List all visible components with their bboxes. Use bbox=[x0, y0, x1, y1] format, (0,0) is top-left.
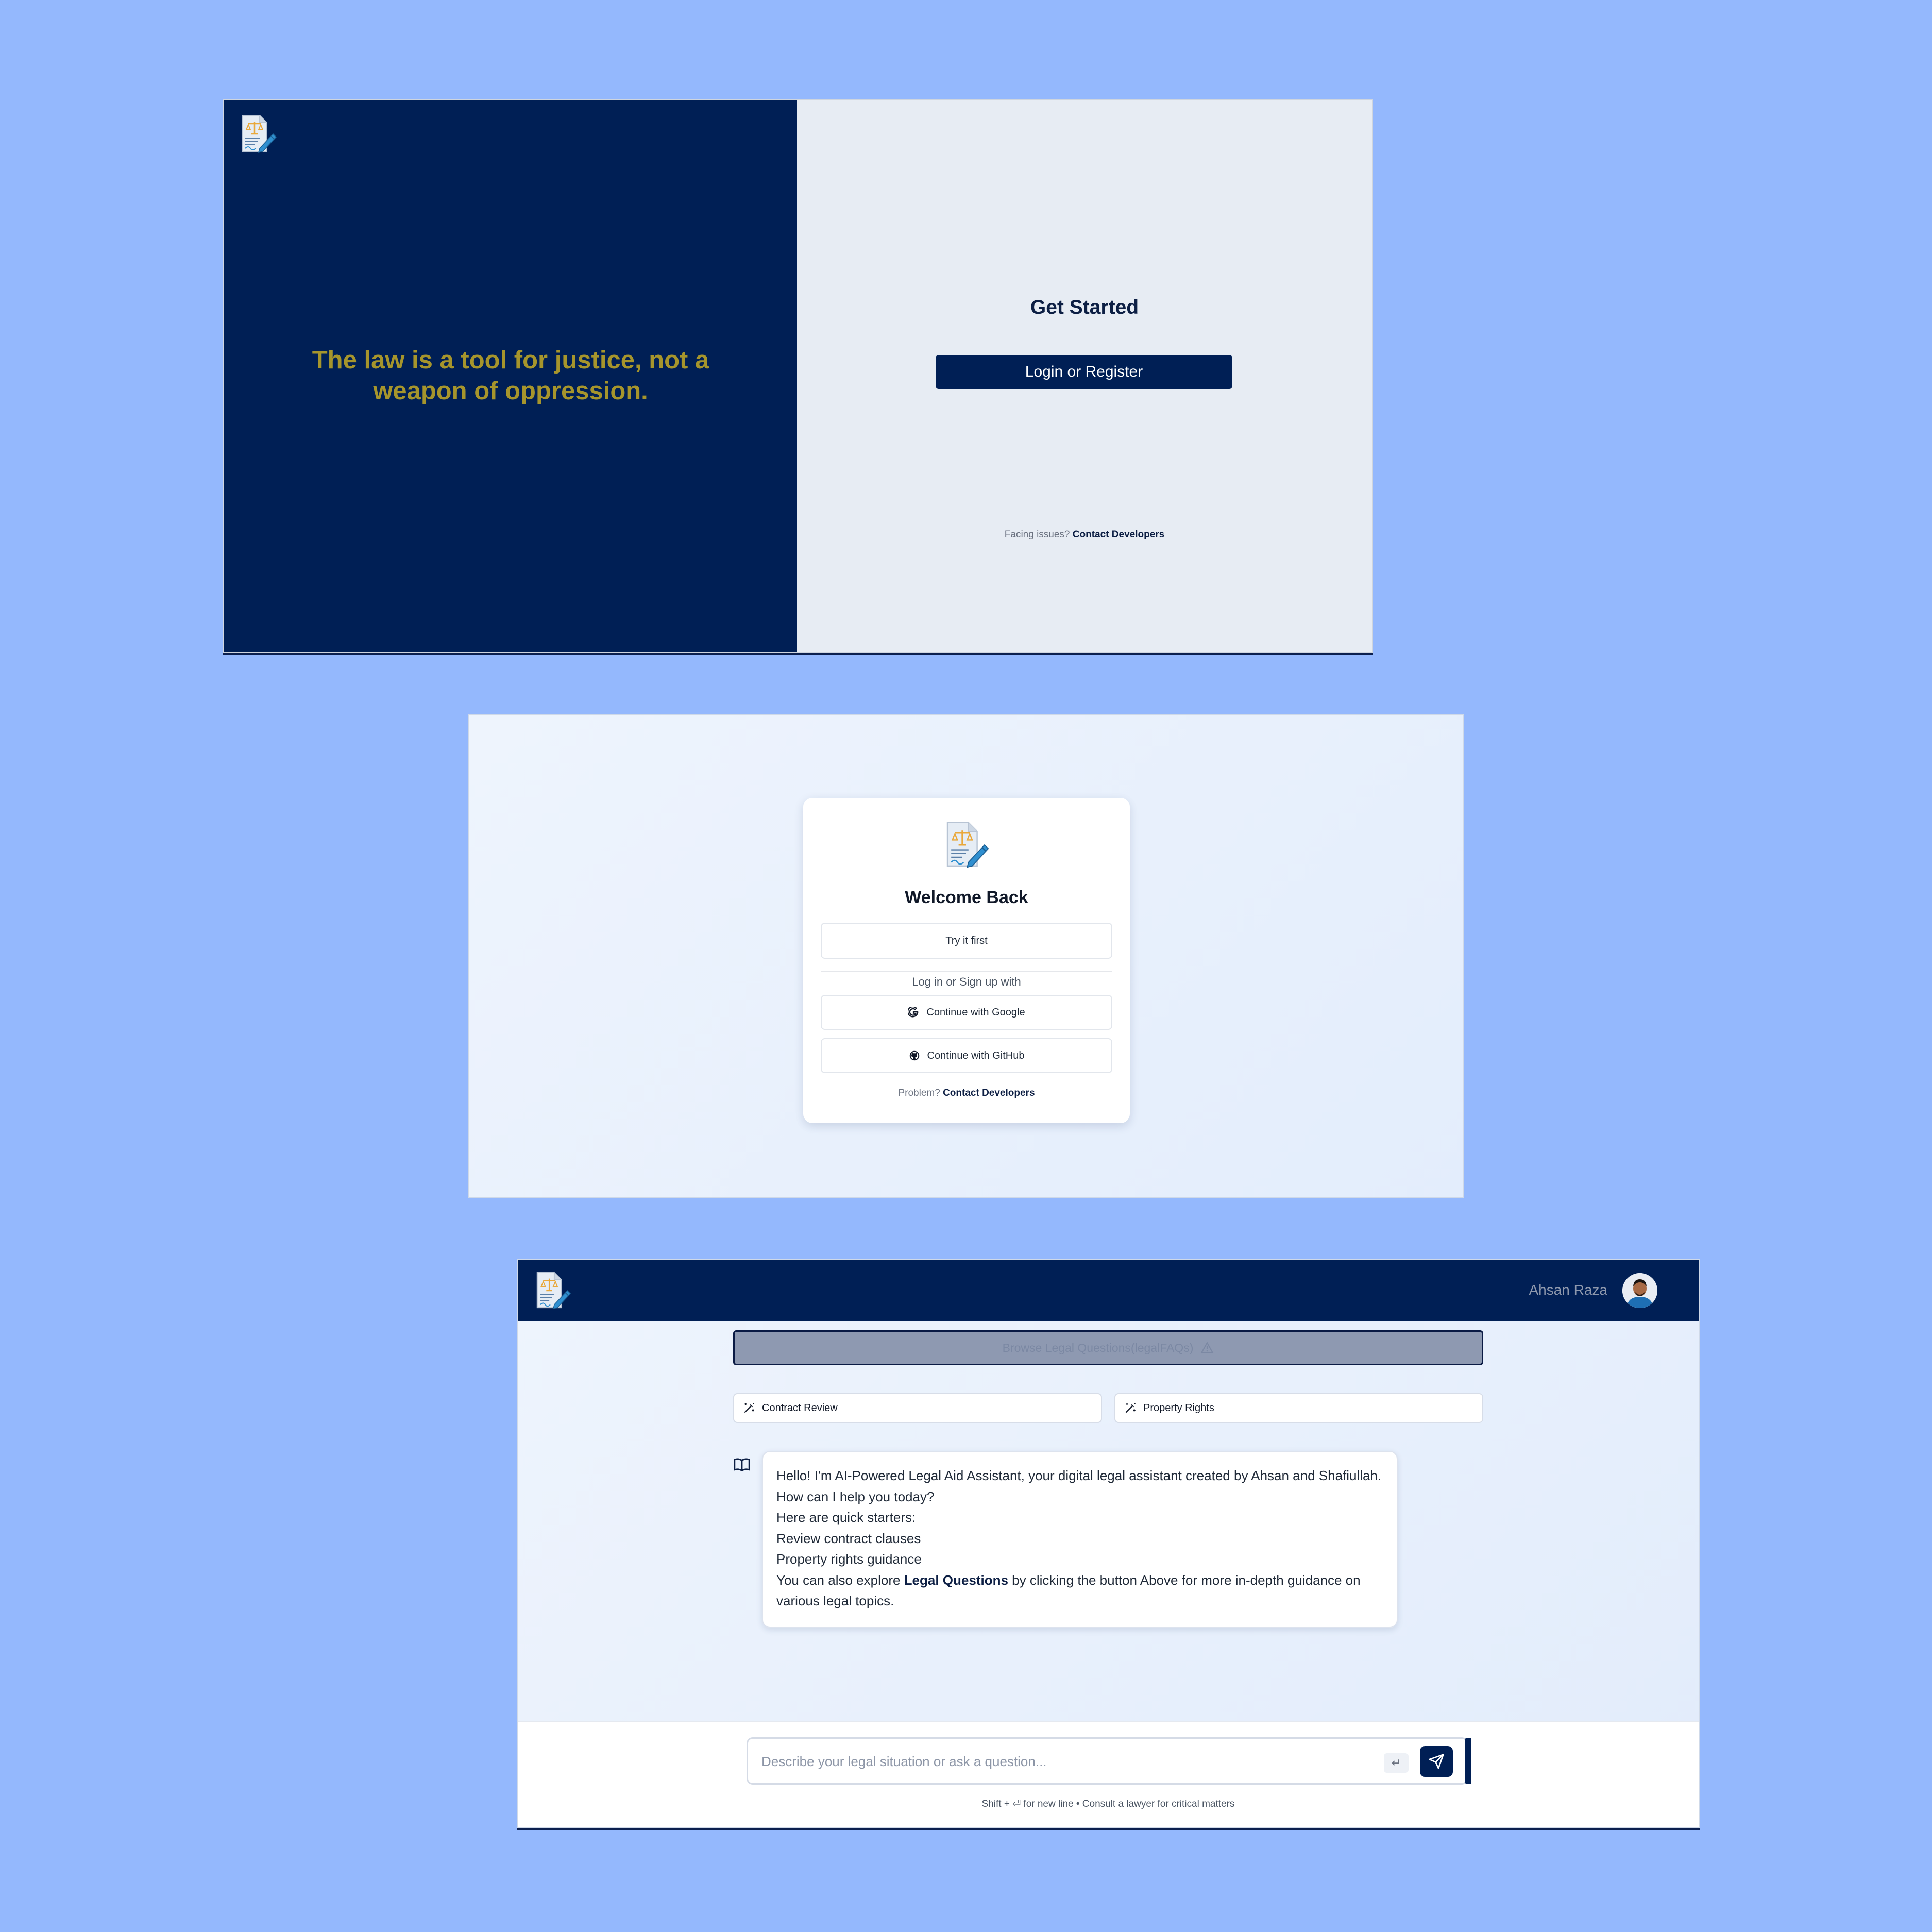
scrollbar[interactable] bbox=[1465, 1738, 1471, 1784]
google-icon bbox=[908, 1007, 919, 1018]
message-line: You can also explore Legal Questions by … bbox=[776, 1572, 1361, 1609]
landing-left-pane: The law is a tool for justice, not a wea… bbox=[224, 100, 797, 652]
chat-screen: Ahsan Raza Browse Legal Questions(legalF… bbox=[517, 1259, 1700, 1828]
avatar-image bbox=[1622, 1273, 1657, 1308]
login-register-button[interactable]: Login or Register bbox=[936, 355, 1232, 389]
message-line: Hello! I'm AI-Powered Legal Aid Assistan… bbox=[776, 1468, 1382, 1504]
avatar[interactable] bbox=[1622, 1273, 1657, 1308]
landing-right-pane: Get Started Login or Register Facing iss… bbox=[797, 100, 1372, 652]
message-input[interactable] bbox=[761, 1750, 1380, 1773]
help-prefix: Facing issues? bbox=[1004, 529, 1070, 540]
faq-button-label: Browse Legal Questions(legalFAQs) bbox=[1002, 1341, 1194, 1354]
welcome-title: Welcome Back bbox=[905, 888, 1028, 907]
book-icon bbox=[734, 1458, 750, 1471]
login-screen: Welcome Back Try it first Log in or Sign… bbox=[468, 714, 1464, 1198]
continue-with-github-button[interactable]: Continue with GitHub bbox=[821, 1038, 1112, 1073]
user-name[interactable]: Ahsan Raza bbox=[1529, 1282, 1607, 1298]
landing-screen: The law is a tool for justice, not a wea… bbox=[223, 99, 1373, 653]
github-button-label: Continue with GitHub bbox=[927, 1049, 1025, 1061]
google-button-label: Continue with Google bbox=[926, 1006, 1025, 1018]
landing-help-text: Facing issues? Contact Developers bbox=[797, 529, 1372, 540]
message-line: Here are quick starters: bbox=[776, 1510, 916, 1525]
github-icon bbox=[909, 1050, 919, 1061]
continue-with-google-button[interactable]: Continue with Google bbox=[821, 995, 1112, 1030]
login-help-text: Problem? Contact Developers bbox=[803, 1088, 1130, 1099]
app-logo-icon[interactable] bbox=[237, 113, 278, 155]
legal-questions-emphasis: Legal Questions bbox=[904, 1572, 1008, 1588]
divider-label: Log in or Sign up with bbox=[803, 975, 1130, 989]
landing-quote: The law is a tool for justice, not a wea… bbox=[312, 346, 709, 405]
help-prefix: Problem? bbox=[898, 1088, 940, 1098]
browse-legal-questions-button[interactable]: Browse Legal Questions(legalFAQs) bbox=[733, 1330, 1483, 1365]
composer-bar: ↵ Shift + ⏎ for new line • Consult a law… bbox=[518, 1721, 1699, 1827]
contact-developers-link[interactable]: Contact Developers bbox=[943, 1088, 1035, 1098]
app-logo-icon bbox=[941, 820, 991, 870]
send-button[interactable] bbox=[1420, 1746, 1453, 1777]
composer-hint: Shift + ⏎ for new line • Consult a lawye… bbox=[981, 1799, 1235, 1809]
magic-wand-icon bbox=[1125, 1403, 1136, 1413]
try-it-first-button[interactable]: Try it first bbox=[821, 923, 1112, 959]
enter-key-hint: ↵ bbox=[1384, 1753, 1409, 1773]
top-navbar: Ahsan Raza bbox=[518, 1260, 1699, 1321]
chip-label: Property Rights bbox=[1143, 1402, 1214, 1414]
login-card: Welcome Back Try it first Log in or Sign… bbox=[803, 798, 1130, 1123]
warning-icon bbox=[1200, 1342, 1214, 1353]
app-logo-icon[interactable] bbox=[532, 1270, 572, 1311]
message-line: Review contract clauses bbox=[776, 1530, 921, 1546]
assistant-message-bubble: Hello! I'm AI-Powered Legal Aid Assistan… bbox=[762, 1451, 1398, 1628]
message-input-container: ↵ bbox=[747, 1737, 1471, 1785]
get-started-title: Get Started bbox=[1030, 296, 1139, 318]
property-rights-chip[interactable]: Property Rights bbox=[1114, 1393, 1483, 1423]
contract-review-chip[interactable]: Contract Review bbox=[733, 1393, 1102, 1423]
divider bbox=[821, 971, 1112, 972]
message-line: Property rights guidance bbox=[776, 1551, 922, 1567]
contact-developers-link[interactable]: Contact Developers bbox=[1073, 529, 1164, 540]
chip-label: Contract Review bbox=[762, 1402, 838, 1414]
magic-wand-icon bbox=[744, 1403, 754, 1413]
send-icon bbox=[1429, 1754, 1444, 1769]
